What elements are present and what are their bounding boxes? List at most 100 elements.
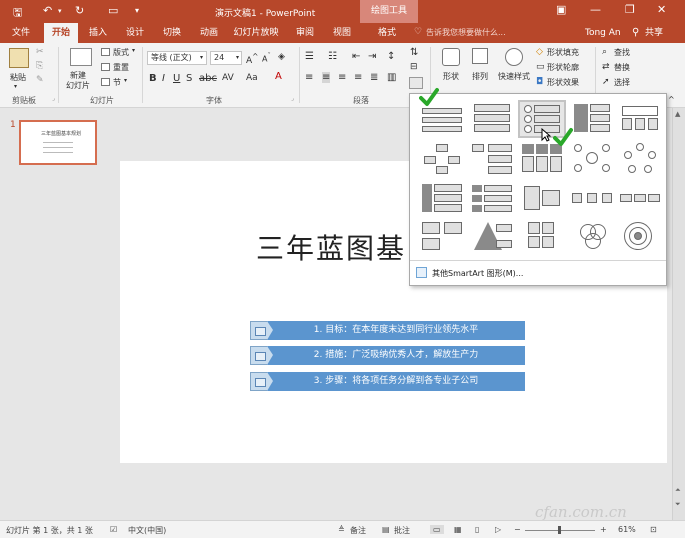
tab-review[interactable]: 审阅 [289, 23, 321, 43]
smartart-layout-continuous-arrow[interactable] [618, 182, 662, 216]
clipboard-launcher-icon[interactable]: ⌟ [52, 95, 55, 102]
replace-button[interactable]: 替换 [614, 62, 630, 73]
reset-button[interactable]: 重置 [113, 62, 129, 73]
columns-icon[interactable]: ▥ [387, 72, 396, 83]
paste-dropdown-icon[interactable]: ▾ [14, 83, 17, 90]
smartart-layout-picture-caption[interactable] [420, 220, 464, 254]
tab-design[interactable]: 设计 [119, 23, 151, 43]
smartart-layout-vertical-arrow-list[interactable] [570, 102, 614, 136]
font-color-icon[interactable]: A [275, 71, 282, 82]
restore-icon[interactable]: ❐ [625, 3, 635, 16]
align-right-icon[interactable]: ≡ [338, 72, 346, 83]
shape-outline-button[interactable]: 形状轮廓 [547, 62, 579, 73]
smartart-layout-chevron-list[interactable] [470, 182, 514, 216]
section-dropdown-icon[interactable]: ▾ [124, 77, 127, 84]
spell-check-icon[interactable]: ☑ [110, 525, 117, 534]
smartart-layout-picture-list[interactable] [420, 102, 464, 136]
new-slide-icon[interactable] [70, 48, 92, 66]
reading-view-icon[interactable]: ▯ [475, 525, 479, 534]
quick-styles-icon[interactable] [505, 48, 523, 66]
tab-file[interactable]: 文件 [4, 23, 38, 43]
slide-sorter-icon[interactable]: ▦ [454, 525, 462, 534]
font-name-dropdown-icon[interactable]: ▾ [200, 54, 203, 61]
smartart-layout-picture-accent-list[interactable] [520, 142, 564, 176]
notes-button[interactable]: 备注 [350, 525, 366, 536]
customize-quick-access-icon[interactable]: ▾ [135, 6, 139, 15]
share-icon[interactable]: ⚲ [632, 27, 639, 38]
smartart-layout-table-list[interactable] [618, 102, 662, 136]
arrange-icon[interactable] [472, 48, 488, 64]
align-text-icon[interactable]: ⊟ [410, 62, 418, 72]
tell-me-search[interactable]: 告诉我您想要做什么... [426, 26, 566, 40]
minimize-icon[interactable]: — [590, 3, 601, 16]
bullet-text[interactable]: 3. 步骤：将各项任务分解到各专业子公司 [267, 372, 525, 391]
smartart-bullet[interactable]: 2. 措施：广泛吸纳优秀人才，解放生产力 [250, 346, 526, 365]
zoom-out-icon[interactable]: − [514, 525, 521, 534]
smartart-layout-cycle[interactable] [618, 142, 662, 176]
start-from-beginning-icon[interactable]: ▭ [108, 4, 118, 17]
decrease-font-icon[interactable]: Aˇ [262, 52, 271, 64]
shadow-icon[interactable]: S [186, 73, 192, 84]
vertical-scrollbar[interactable]: ▲ ⏶ ⏷ [672, 108, 685, 520]
arrange-button[interactable]: 排列 [472, 71, 488, 82]
paste-button[interactable]: 粘贴 [10, 72, 26, 83]
increase-font-icon[interactable]: A^ [246, 52, 258, 66]
language-indicator[interactable]: 中文(中国) [128, 525, 166, 536]
smartart-layout-vertical-bullet[interactable] [470, 102, 514, 136]
font-size-dropdown-icon[interactable]: ▾ [236, 54, 239, 61]
smartart-layout-venn[interactable] [570, 220, 614, 254]
justify-icon[interactable]: ≡ [354, 72, 362, 83]
find-button[interactable]: 查找 [614, 47, 630, 58]
comments-button[interactable]: 批注 [394, 525, 410, 536]
bullet-text[interactable]: 1. 目标：在本年度末达到同行业领先水平 [267, 321, 525, 340]
smartart-bullet[interactable]: 1. 目标：在本年度末达到同行业领先水平 [250, 321, 526, 340]
smartart-layout-radial[interactable] [570, 142, 614, 176]
select-button[interactable]: 选择 [614, 77, 630, 88]
zoom-level[interactable]: 61% [618, 525, 636, 534]
tab-view[interactable]: 视图 [326, 23, 358, 43]
save-icon[interactable]: 🖫 [13, 4, 22, 23]
cut-icon[interactable]: ✂ [36, 47, 44, 57]
align-left-icon[interactable]: ≡ [305, 72, 313, 83]
tab-slideshow[interactable]: 幻灯片放映 [230, 23, 282, 43]
smartart-layout-pyramid[interactable] [470, 220, 514, 254]
text-direction-icon[interactable]: ⇅ [410, 47, 418, 58]
copy-icon[interactable]: ⎘ [36, 61, 43, 71]
paste-icon[interactable] [9, 48, 29, 68]
font-name-combo[interactable]: 等线 (正文) [147, 51, 207, 65]
normal-view-icon[interactable]: ▭ [430, 525, 444, 534]
bold-icon[interactable]: B [149, 73, 157, 84]
redo-icon[interactable]: ↻ [75, 4, 84, 17]
decrease-indent-icon[interactable]: ⇤ [352, 51, 360, 62]
slideshow-view-icon[interactable]: ▷ [495, 525, 501, 534]
tab-home[interactable]: 开始 [44, 23, 78, 43]
smartart-layout-hierarchy[interactable] [420, 142, 464, 176]
increase-indent-icon[interactable]: ⇥ [368, 51, 376, 62]
strikethrough-icon[interactable]: abc [199, 73, 217, 84]
smartart-layout-basic-process[interactable] [570, 182, 614, 216]
clear-formatting-icon[interactable]: ◈ [278, 52, 285, 62]
new-slide-label[interactable]: 幻灯片 [66, 80, 90, 91]
smartart-layout-bending-list[interactable] [420, 182, 464, 216]
align-center-icon[interactable]: ≡ [322, 72, 331, 83]
shape-effects-button[interactable]: 形状效果 [547, 77, 579, 88]
italic-icon[interactable]: I [162, 73, 165, 84]
quick-styles-button[interactable]: 快速样式 [498, 71, 530, 82]
next-slide-icon[interactable]: ⏷ [675, 500, 681, 509]
layout-button[interactable]: 版式 [113, 47, 129, 58]
tab-format[interactable]: 格式 [362, 23, 412, 43]
change-case-icon[interactable]: Aa [246, 73, 258, 83]
shapes-icon[interactable] [442, 48, 460, 66]
bullet-text[interactable]: 2. 措施：广泛吸纳优秀人才，解放生产力 [267, 346, 525, 365]
smartart-layout-horizontal-hierarchy[interactable] [470, 142, 514, 176]
tab-transitions[interactable]: 切换 [156, 23, 188, 43]
smartart-layout-target[interactable] [618, 220, 662, 254]
shapes-button[interactable]: 形状 [443, 71, 459, 82]
smartart-layout-matrix[interactable] [520, 220, 564, 254]
format-painter-icon[interactable]: ✎ [36, 75, 44, 85]
distributed-icon[interactable]: ≣ [370, 72, 378, 83]
scroll-up-icon[interactable]: ▲ [675, 110, 680, 118]
close-icon[interactable]: ✕ [657, 3, 666, 16]
ribbon-display-options-icon[interactable]: ▣ [556, 3, 566, 16]
font-launcher-icon[interactable]: ⌟ [291, 95, 294, 102]
